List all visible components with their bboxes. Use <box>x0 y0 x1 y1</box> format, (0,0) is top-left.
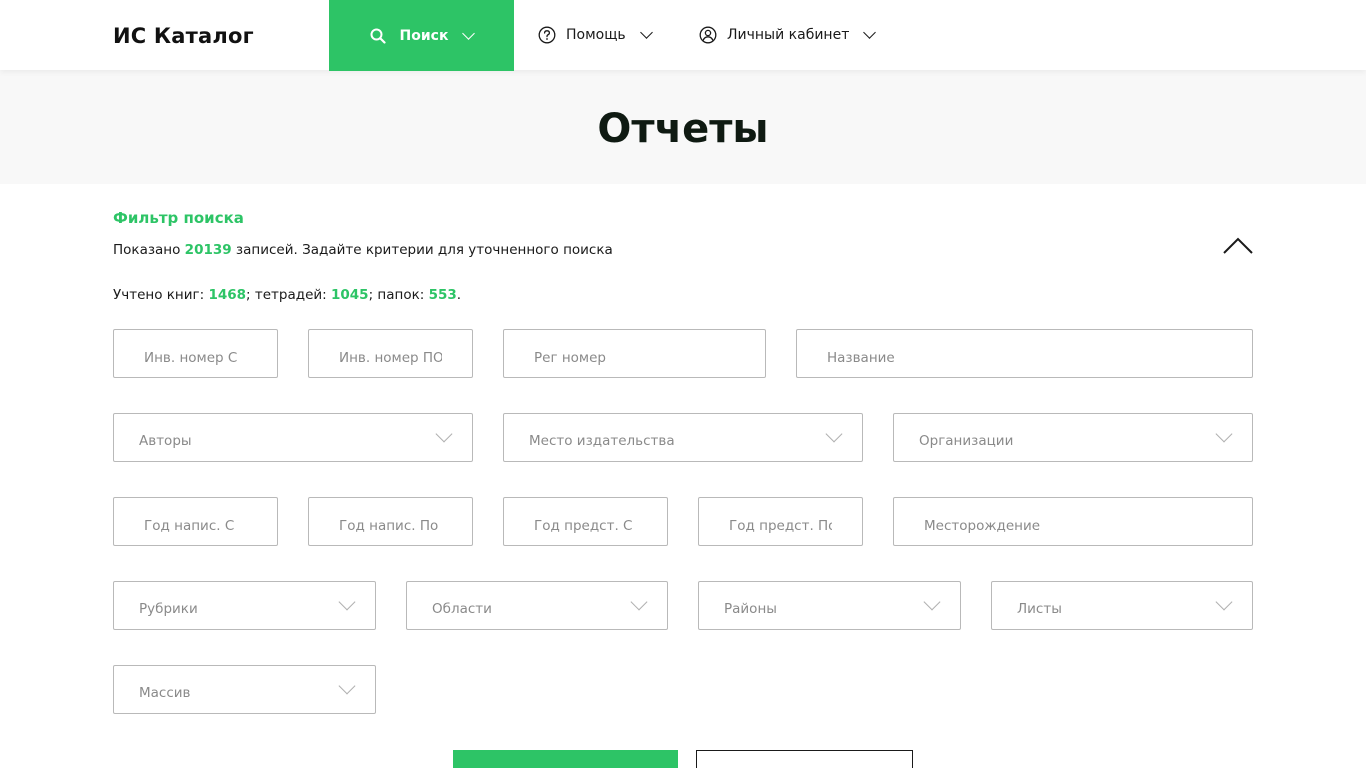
nav-search-menu[interactable]: Поиск <box>329 0 514 71</box>
nav-help-label: Помощь <box>566 27 626 43</box>
publish-place-select[interactable]: Место издательства <box>503 413 863 462</box>
massif-select[interactable]: Массив <box>113 665 376 714</box>
year-submitted-from-field[interactable] <box>503 497 668 546</box>
year-written-from-input[interactable] <box>114 498 277 545</box>
publish-place-select-label: Место издательства <box>529 433 675 449</box>
page-title: Отчеты <box>597 106 769 152</box>
nav-search-label: Поиск <box>399 27 449 44</box>
search-icon <box>370 28 386 44</box>
massif-select-label: Массив <box>139 685 191 701</box>
authors-select-label: Авторы <box>139 433 192 449</box>
sheets-select[interactable]: Листы <box>991 581 1253 630</box>
deposit-field[interactable] <box>893 497 1253 546</box>
stats-books-count: 1468 <box>208 287 247 303</box>
year-written-to-field[interactable] <box>308 497 473 546</box>
secondary-action-button[interactable] <box>696 750 913 768</box>
rubrics-select-label: Рубрики <box>139 601 198 617</box>
rubrics-select[interactable]: Рубрики <box>113 581 376 630</box>
chevron-down-icon <box>462 26 476 40</box>
app-logo[interactable]: ИС Каталог <box>113 24 254 48</box>
records-count: 20139 <box>184 242 232 258</box>
regions-select-label: Области <box>432 601 492 617</box>
year-written-from-field[interactable] <box>113 497 278 546</box>
chevron-down-icon <box>1215 425 1233 443</box>
chevron-down-icon <box>923 593 941 611</box>
stats-end: . <box>456 287 462 303</box>
name-field[interactable] <box>796 329 1253 378</box>
reg-number-field[interactable] <box>503 329 766 378</box>
districts-select[interactable]: Районы <box>698 581 961 630</box>
chevron-down-icon <box>435 425 453 443</box>
title-band: Отчеты <box>0 70 1366 184</box>
records-shown-prefix: Показано <box>113 242 185 258</box>
year-submitted-to-input[interactable] <box>699 498 862 545</box>
chevron-down-icon <box>338 677 356 695</box>
inv-number-from-field[interactable] <box>113 329 278 378</box>
chevron-down-icon <box>630 593 648 611</box>
primary-action-button[interactable] <box>453 750 678 768</box>
top-header: ИС Каталог Поиск Помощь Личный кабинет <box>0 0 1366 71</box>
records-shown-text: Показано 20139 записей. Задайте критерии… <box>113 242 613 258</box>
stats-notebooks-label: ; тетрадей: <box>246 287 331 303</box>
chevron-down-icon <box>863 26 877 39</box>
stats-text: Учтено книг: 1468; тетрадей: 1045; папок… <box>113 287 461 303</box>
stats-folders-label: ; папок: <box>368 287 429 303</box>
year-submitted-from-input[interactable] <box>504 498 667 545</box>
deposit-input[interactable] <box>894 498 1252 545</box>
inv-number-from-input[interactable] <box>114 330 277 377</box>
user-icon <box>699 26 717 44</box>
chevron-down-icon <box>338 593 356 611</box>
chevron-down-icon <box>639 26 653 39</box>
stats-notebooks-count: 1045 <box>330 287 369 303</box>
filter-title: Фильтр поиска <box>113 209 244 227</box>
inv-number-to-field[interactable] <box>308 329 473 378</box>
nav-help-menu[interactable]: Помощь <box>538 0 653 70</box>
chevron-down-icon <box>825 425 843 443</box>
inv-number-to-input[interactable] <box>309 330 472 377</box>
nav-cabinet-menu[interactable]: Личный кабинет <box>699 0 877 70</box>
nav-cabinet-label: Личный кабинет <box>727 27 850 43</box>
organizations-select[interactable]: Организации <box>893 413 1253 462</box>
sheets-select-label: Листы <box>1017 601 1062 617</box>
districts-select-label: Районы <box>724 601 777 617</box>
chevron-down-icon <box>1215 593 1233 611</box>
stats-books-label: Учтено книг: <box>113 287 209 303</box>
question-circle-icon <box>538 26 556 44</box>
records-shown-suffix: записей. Задайте критерии для уточненног… <box>231 242 613 258</box>
year-submitted-to-field[interactable] <box>698 497 863 546</box>
name-input[interactable] <box>797 330 1252 377</box>
stats-folders-count: 553 <box>428 287 457 303</box>
regions-select[interactable]: Области <box>406 581 668 630</box>
organizations-select-label: Организации <box>919 433 1014 449</box>
authors-select[interactable]: Авторы <box>113 413 473 462</box>
collapse-filter-icon[interactable] <box>1222 236 1254 256</box>
reg-number-input[interactable] <box>504 330 765 377</box>
year-written-to-input[interactable] <box>309 498 472 545</box>
